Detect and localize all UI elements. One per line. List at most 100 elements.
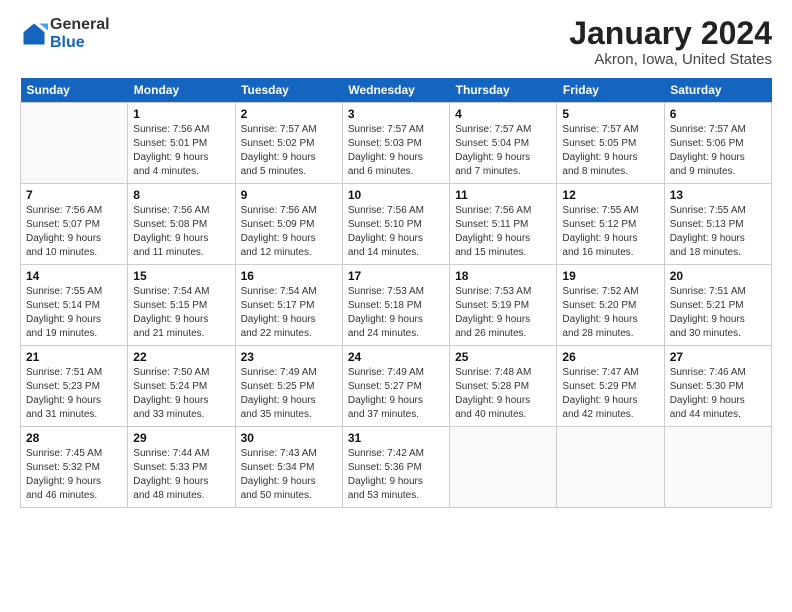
day-number: 3 xyxy=(348,107,444,121)
day-info: Sunrise: 7:57 AM Sunset: 5:03 PM Dayligh… xyxy=(348,123,444,179)
day-info: Sunrise: 7:57 AM Sunset: 5:02 PM Dayligh… xyxy=(241,123,337,179)
calendar-cell: 25 Sunrise: 7:48 AM Sunset: 5:28 PM Dayli… xyxy=(450,346,557,427)
day-info: Sunrise: 7:50 AM Sunset: 5:24 PM Dayligh… xyxy=(133,366,229,422)
day-info: Sunrise: 7:54 AM Sunset: 5:15 PM Dayligh… xyxy=(133,285,229,341)
title-block: January 2024 Akron, Iowa, United States xyxy=(569,16,772,68)
calendar-cell: 21 Sunrise: 7:51 AM Sunset: 5:23 PM Dayli… xyxy=(21,346,128,427)
day-info: Sunrise: 7:48 AM Sunset: 5:28 PM Dayligh… xyxy=(455,366,551,422)
day-number: 11 xyxy=(455,188,551,202)
calendar-cell: 12 Sunrise: 7:55 AM Sunset: 5:12 PM Dayli… xyxy=(557,184,664,265)
day-number: 10 xyxy=(348,188,444,202)
day-info: Sunrise: 7:53 AM Sunset: 5:18 PM Dayligh… xyxy=(348,285,444,341)
calendar-cell: 3 Sunrise: 7:57 AM Sunset: 5:03 PM Daylig… xyxy=(342,103,449,184)
calendar-cell: 18 Sunrise: 7:53 AM Sunset: 5:19 PM Dayli… xyxy=(450,265,557,346)
week-row-3: 14Sunrise: 7:55 AM Sunset: 5:14 PM Dayli… xyxy=(21,265,772,346)
day-info: Sunrise: 7:44 AM Sunset: 5:33 PM Dayligh… xyxy=(133,447,229,503)
day-info: Sunrise: 7:43 AM Sunset: 5:34 PM Dayligh… xyxy=(241,447,337,503)
day-info: Sunrise: 7:53 AM Sunset: 5:19 PM Dayligh… xyxy=(455,285,551,341)
day-number: 4 xyxy=(455,107,551,121)
day-number: 21 xyxy=(26,350,122,364)
day-info: Sunrise: 7:47 AM Sunset: 5:29 PM Dayligh… xyxy=(562,366,658,422)
calendar-table: Sunday Monday Tuesday Wednesday Thursday… xyxy=(20,78,772,508)
day-info: Sunrise: 7:56 AM Sunset: 5:07 PM Dayligh… xyxy=(26,204,122,260)
day-info: Sunrise: 7:56 AM Sunset: 5:01 PM Dayligh… xyxy=(133,123,229,179)
day-number: 17 xyxy=(348,269,444,283)
day-info: Sunrise: 7:56 AM Sunset: 5:11 PM Dayligh… xyxy=(455,204,551,260)
calendar-cell xyxy=(21,103,128,184)
logo-general: General xyxy=(50,16,110,34)
day-number: 29 xyxy=(133,431,229,445)
header-saturday: Saturday xyxy=(664,78,771,103)
calendar-cell: 2 Sunrise: 7:57 AM Sunset: 5:02 PM Daylig… xyxy=(235,103,342,184)
day-info: Sunrise: 7:55 AM Sunset: 5:12 PM Dayligh… xyxy=(562,204,658,260)
day-number: 25 xyxy=(455,350,551,364)
calendar-cell: 16Sunrise: 7:54 AM Sunset: 5:17 PM Dayli… xyxy=(235,265,342,346)
day-info: Sunrise: 7:56 AM Sunset: 5:09 PM Dayligh… xyxy=(241,204,337,260)
calendar-cell: 31 Sunrise: 7:42 AM Sunset: 5:36 PM Dayli… xyxy=(342,427,449,508)
day-number: 8 xyxy=(133,188,229,202)
day-info: Sunrise: 7:52 AM Sunset: 5:20 PM Dayligh… xyxy=(562,285,658,341)
day-info: Sunrise: 7:42 AM Sunset: 5:36 PM Dayligh… xyxy=(348,447,444,503)
calendar-cell: 1 Sunrise: 7:56 AM Sunset: 5:01 PM Daylig… xyxy=(128,103,235,184)
day-info: Sunrise: 7:49 AM Sunset: 5:27 PM Dayligh… xyxy=(348,366,444,422)
week-row-1: 1 Sunrise: 7:56 AM Sunset: 5:01 PM Daylig… xyxy=(21,103,772,184)
day-number: 31 xyxy=(348,431,444,445)
day-number: 15 xyxy=(133,269,229,283)
calendar-cell: 17 Sunrise: 7:53 AM Sunset: 5:18 PM Dayli… xyxy=(342,265,449,346)
day-info: Sunrise: 7:56 AM Sunset: 5:08 PM Dayligh… xyxy=(133,204,229,260)
day-info: Sunrise: 7:55 AM Sunset: 5:13 PM Dayligh… xyxy=(670,204,766,260)
logo-icon xyxy=(20,20,48,48)
calendar-subtitle: Akron, Iowa, United States xyxy=(569,51,772,68)
logo-blue: Blue xyxy=(50,34,110,52)
day-number: 7 xyxy=(26,188,122,202)
day-number: 1 xyxy=(133,107,229,121)
day-info: Sunrise: 7:49 AM Sunset: 5:25 PM Dayligh… xyxy=(241,366,337,422)
day-number: 13 xyxy=(670,188,766,202)
day-number: 14 xyxy=(26,269,122,283)
calendar-cell: 4 Sunrise: 7:57 AM Sunset: 5:04 PM Daylig… xyxy=(450,103,557,184)
calendar-cell: 27 Sunrise: 7:46 AM Sunset: 5:30 PM Dayli… xyxy=(664,346,771,427)
calendar-cell xyxy=(557,427,664,508)
day-info: Sunrise: 7:51 AM Sunset: 5:21 PM Dayligh… xyxy=(670,285,766,341)
day-info: Sunrise: 7:45 AM Sunset: 5:32 PM Dayligh… xyxy=(26,447,122,503)
page: General Blue January 2024 Akron, Iowa, U… xyxy=(0,0,792,612)
calendar-cell: 14Sunrise: 7:55 AM Sunset: 5:14 PM Dayli… xyxy=(21,265,128,346)
calendar-cell: 11 Sunrise: 7:56 AM Sunset: 5:11 PM Dayli… xyxy=(450,184,557,265)
calendar-cell: 23Sunrise: 7:49 AM Sunset: 5:25 PM Dayli… xyxy=(235,346,342,427)
day-info: Sunrise: 7:54 AM Sunset: 5:17 PM Dayligh… xyxy=(241,285,337,341)
calendar-cell: 6 Sunrise: 7:57 AM Sunset: 5:06 PM Daylig… xyxy=(664,103,771,184)
calendar-cell: 15 Sunrise: 7:54 AM Sunset: 5:15 PM Dayli… xyxy=(128,265,235,346)
calendar-cell: 22Sunrise: 7:50 AM Sunset: 5:24 PM Dayli… xyxy=(128,346,235,427)
header-row: Sunday Monday Tuesday Wednesday Thursday… xyxy=(21,78,772,103)
calendar-cell xyxy=(664,427,771,508)
calendar-cell: 9Sunrise: 7:56 AM Sunset: 5:09 PM Daylig… xyxy=(235,184,342,265)
calendar-cell: 24 Sunrise: 7:49 AM Sunset: 5:27 PM Dayli… xyxy=(342,346,449,427)
day-info: Sunrise: 7:46 AM Sunset: 5:30 PM Dayligh… xyxy=(670,366,766,422)
day-number: 18 xyxy=(455,269,551,283)
header-sunday: Sunday xyxy=(21,78,128,103)
calendar-cell xyxy=(450,427,557,508)
calendar-title: January 2024 xyxy=(569,16,772,51)
calendar-cell: 13 Sunrise: 7:55 AM Sunset: 5:13 PM Dayli… xyxy=(664,184,771,265)
logo-text: General Blue xyxy=(50,16,110,51)
day-info: Sunrise: 7:57 AM Sunset: 5:04 PM Dayligh… xyxy=(455,123,551,179)
day-info: Sunrise: 7:57 AM Sunset: 5:06 PM Dayligh… xyxy=(670,123,766,179)
day-info: Sunrise: 7:51 AM Sunset: 5:23 PM Dayligh… xyxy=(26,366,122,422)
calendar-cell: 8 Sunrise: 7:56 AM Sunset: 5:08 PM Daylig… xyxy=(128,184,235,265)
day-number: 12 xyxy=(562,188,658,202)
week-row-4: 21 Sunrise: 7:51 AM Sunset: 5:23 PM Dayli… xyxy=(21,346,772,427)
calendar-cell: 19 Sunrise: 7:52 AM Sunset: 5:20 PM Dayli… xyxy=(557,265,664,346)
day-number: 19 xyxy=(562,269,658,283)
day-number: 2 xyxy=(241,107,337,121)
day-number: 24 xyxy=(348,350,444,364)
calendar-cell: 29 Sunrise: 7:44 AM Sunset: 5:33 PM Dayli… xyxy=(128,427,235,508)
day-number: 27 xyxy=(670,350,766,364)
calendar-cell: 7 Sunrise: 7:56 AM Sunset: 5:07 PM Daylig… xyxy=(21,184,128,265)
calendar-cell: 10Sunrise: 7:56 AM Sunset: 5:10 PM Dayli… xyxy=(342,184,449,265)
week-row-2: 7 Sunrise: 7:56 AM Sunset: 5:07 PM Daylig… xyxy=(21,184,772,265)
day-info: Sunrise: 7:57 AM Sunset: 5:05 PM Dayligh… xyxy=(562,123,658,179)
day-number: 6 xyxy=(670,107,766,121)
day-number: 5 xyxy=(562,107,658,121)
calendar-cell: 20Sunrise: 7:51 AM Sunset: 5:21 PM Dayli… xyxy=(664,265,771,346)
calendar-cell: 28Sunrise: 7:45 AM Sunset: 5:32 PM Dayli… xyxy=(21,427,128,508)
